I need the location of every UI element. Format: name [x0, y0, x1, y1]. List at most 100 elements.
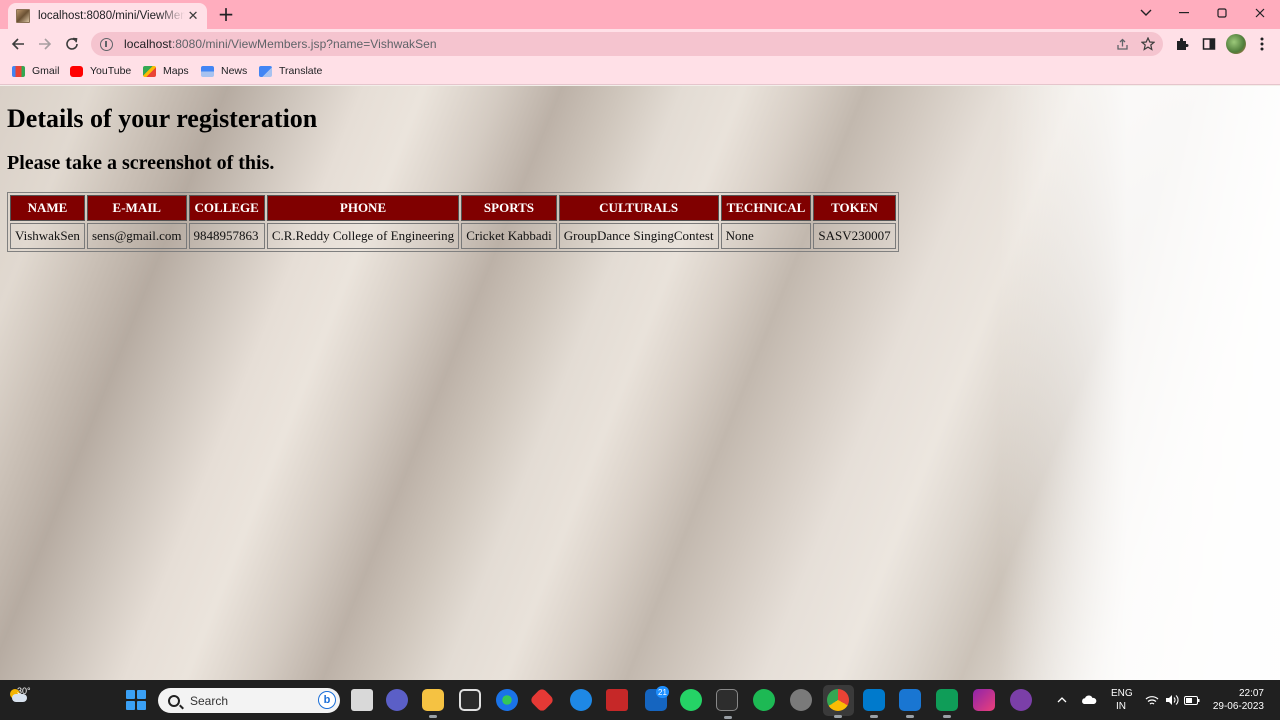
minimize-icon[interactable]: [1172, 3, 1196, 23]
news-icon: [201, 65, 214, 77]
bookmark-news[interactable]: News: [201, 64, 247, 78]
bookmarks-bar: [0, 59, 1280, 85]
start-logo-pane: [126, 690, 135, 699]
cell-email: sens@gmail.com: [86, 223, 187, 249]
cell-name: VishwakSen: [10, 223, 85, 249]
youtube-icon: [70, 65, 83, 77]
bookmark-label: News: [221, 65, 248, 77]
tab-search-chevron-icon[interactable]: [1134, 3, 1158, 23]
region-code: IN: [1116, 701, 1126, 712]
page-subtitle: Please take a screenshot of this.: [7, 152, 275, 174]
start-button[interactable]: [126, 690, 146, 710]
gmail-icon: [12, 65, 25, 77]
tab-title: localhost:8080/mini/ViewMembers.jsp?name…: [37, 10, 186, 22]
onedrive-cloud-icon[interactable]: [1081, 692, 1097, 708]
more-menu-icon[interactable]: [1253, 35, 1271, 53]
internet-explorer-icon[interactable]: [570, 689, 592, 711]
start-logo-pane: [126, 701, 135, 710]
mail-badge: 21: [656, 686, 669, 698]
bookmark-star-icon[interactable]: [1140, 36, 1156, 52]
start-logo-pane: [137, 690, 146, 699]
page-title: Details of your registeration: [7, 104, 318, 133]
terminal-icon[interactable]: [716, 689, 738, 719]
column-header-sports: SPORTS: [461, 195, 557, 221]
clock-time: 22:07: [1238, 688, 1264, 699]
reload-icon[interactable]: [60, 32, 84, 56]
cell-token: SASV230007: [813, 223, 896, 249]
volume-icon[interactable]: [1164, 692, 1180, 708]
start-logo-pane: [137, 701, 146, 710]
notepad-icon[interactable]: [936, 689, 958, 718]
column-header-email: E-MAIL: [86, 195, 187, 221]
url-path: :8080/mini/ViewMembers.jsp?name=VishwakS…: [171, 37, 437, 51]
snipping-tool-icon[interactable]: [899, 689, 921, 718]
bookmark-translate[interactable]: Translate: [259, 64, 322, 78]
close-tab-icon[interactable]: ✕: [185, 8, 201, 24]
bookmark-label: Maps: [163, 65, 189, 77]
search-icon: [168, 694, 180, 707]
chat-icon[interactable]: [386, 689, 408, 711]
address-bar[interactable]: localhost:8080/mini/ViewMembers.jsp?name…: [91, 32, 1163, 56]
browser-tab[interactable]: localhost:8080/mini/ViewMembers.jsp?name…: [8, 3, 207, 29]
edge-icon[interactable]: [496, 689, 518, 711]
file-explorer-icon[interactable]: [422, 689, 444, 718]
share-icon[interactable]: [1114, 36, 1130, 52]
back-arrow-icon[interactable]: [6, 32, 30, 56]
spotify-icon[interactable]: [753, 689, 775, 711]
system-clock[interactable]: 22:07 29-06-2023: [1210, 687, 1264, 713]
table-row: VishwakSen sens@gmail.com 9848957863 C.R…: [10, 223, 896, 249]
profile-avatar[interactable]: [1226, 34, 1246, 54]
translate-icon: [259, 65, 272, 77]
table-header-row: NAME E-MAIL COLLEGE PHONE SPORTS CULTURA…: [10, 195, 896, 221]
column-header-name: NAME: [10, 195, 85, 221]
show-hidden-icons-chevron-icon[interactable]: [1054, 692, 1070, 708]
task-view-icon[interactable]: [351, 689, 373, 711]
page-content: Details of your registeration Please tak…: [0, 86, 1280, 680]
url-host: localhost: [124, 37, 172, 51]
media-player-icon[interactable]: [1010, 689, 1032, 711]
search-label: Search: [190, 693, 229, 708]
cell-college: 9848957863: [188, 223, 265, 249]
new-tab-button[interactable]: +: [216, 4, 236, 24]
cell-culturals: GroupDance SingingContest: [558, 223, 719, 249]
clock-date: 29-06-2023: [1212, 701, 1264, 712]
vscode-icon[interactable]: [863, 689, 885, 718]
battery-icon[interactable]: [1184, 692, 1200, 708]
bing-icon[interactable]: b: [318, 691, 336, 709]
cell-technical: None: [720, 223, 812, 249]
bookmark-label: Gmail: [32, 65, 60, 77]
maps-icon: [143, 65, 156, 77]
language-code: ENG: [1111, 688, 1133, 699]
tab-favicon-icon: [16, 9, 30, 23]
bookmark-label: Translate: [279, 65, 323, 77]
store-icon[interactable]: [459, 689, 481, 711]
column-header-token: TOKEN: [813, 195, 896, 221]
extensions-icon[interactable]: [1173, 35, 1191, 53]
wifi-icon[interactable]: [1144, 692, 1160, 708]
restore-icon[interactable]: [1210, 3, 1234, 23]
settings-gear-icon[interactable]: [790, 689, 812, 711]
column-header-college: COLLEGE: [188, 195, 265, 221]
column-header-culturals: CULTURALS: [558, 195, 719, 221]
registration-table: NAME E-MAIL COLLEGE PHONE SPORTS CULTURA…: [7, 192, 899, 252]
side-panel-icon[interactable]: [1200, 35, 1218, 53]
forward-arrow-icon[interactable]: [33, 32, 57, 56]
mcafee-icon[interactable]: [606, 689, 628, 711]
temperature-text: 30°: [17, 686, 31, 696]
cell-phone: C.R.Reddy College of Engineering: [266, 223, 460, 249]
clipchamp-icon[interactable]: [973, 689, 995, 711]
bookmark-maps[interactable]: Maps: [143, 64, 189, 78]
language-indicator[interactable]: ENG IN: [1111, 687, 1133, 713]
whatsapp-icon[interactable]: [680, 689, 702, 711]
bookmark-gmail[interactable]: Gmail: [12, 64, 59, 78]
taskbar-search[interactable]: Search: [158, 688, 340, 713]
url-text[interactable]: localhost:8080/mini/ViewMembers.jsp?name…: [124, 37, 437, 51]
column-header-phone: PHONE: [266, 195, 460, 221]
cell-sports: Cricket Kabbadi: [461, 223, 557, 249]
site-info-icon[interactable]: [100, 37, 113, 51]
column-header-technical: TECHNICAL: [720, 195, 812, 221]
bookmark-label: YouTube: [90, 65, 132, 77]
bookmark-youtube[interactable]: YouTube: [70, 64, 131, 78]
chrome-icon[interactable]: [827, 689, 849, 718]
close-window-icon[interactable]: [1248, 3, 1272, 23]
